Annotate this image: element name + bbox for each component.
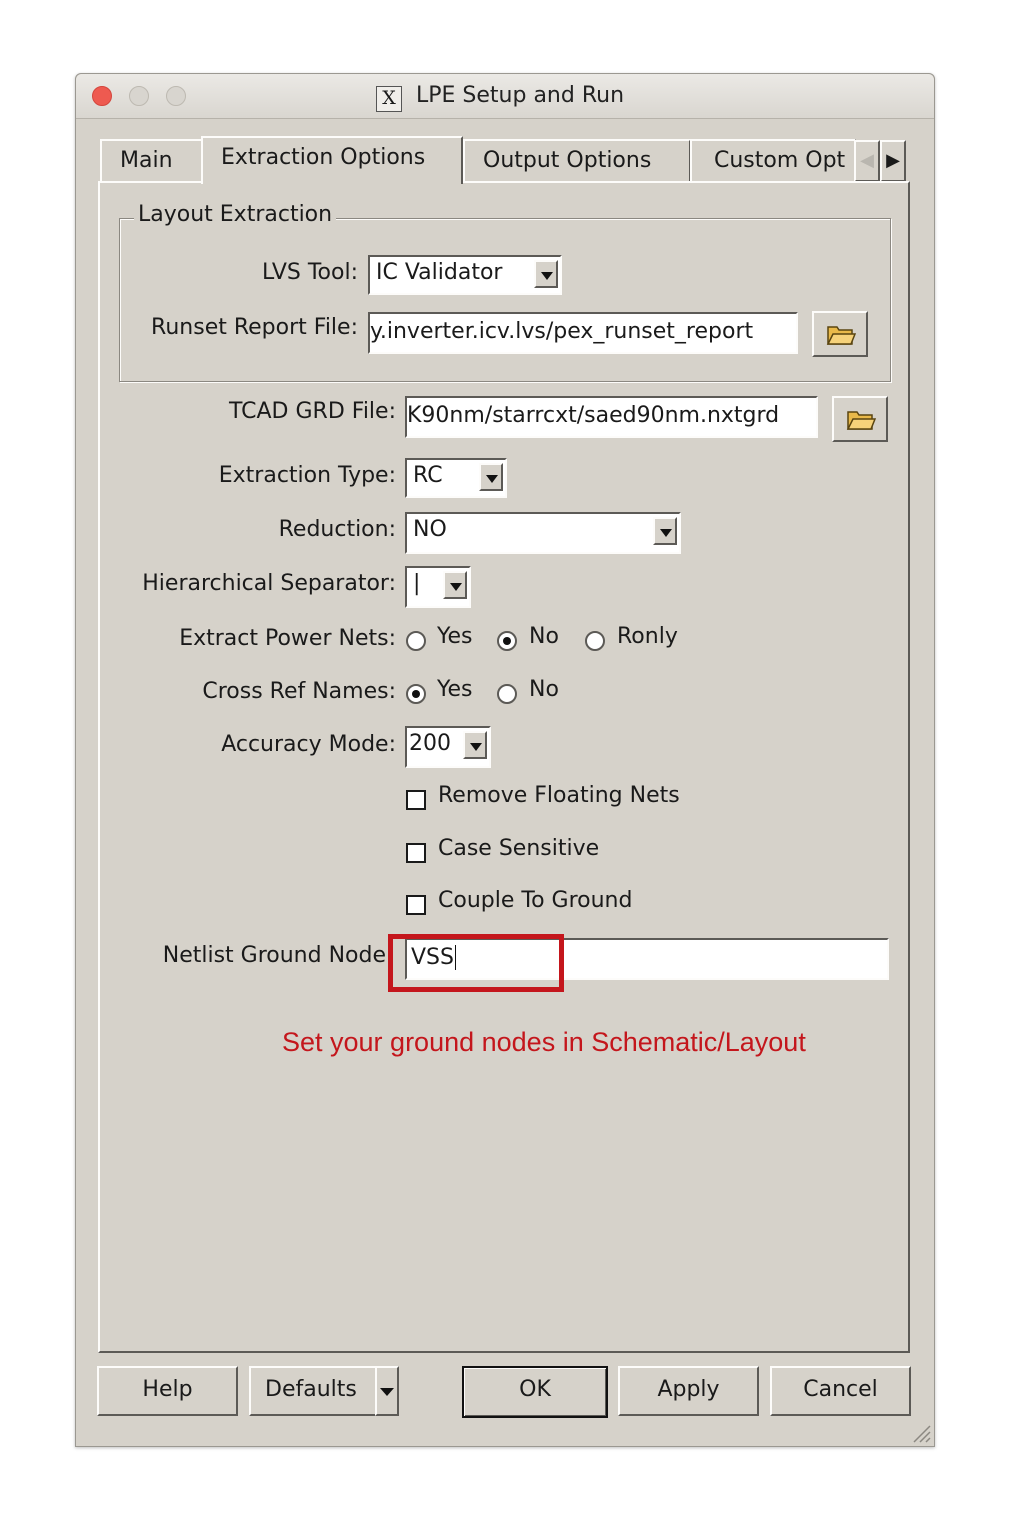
defaults-menu-button[interactable] bbox=[375, 1366, 399, 1416]
runset-browse-button[interactable] bbox=[812, 311, 868, 357]
minimize-window-button[interactable] bbox=[129, 86, 149, 106]
layout-extraction-group bbox=[119, 218, 891, 382]
highlight-box bbox=[388, 934, 564, 992]
cross-ref-label: Cross Ref Names: bbox=[202, 679, 396, 704]
lvs-tool-select[interactable]: IC Validator bbox=[368, 255, 562, 295]
tab-scroll-right-icon[interactable]: ▶ bbox=[880, 140, 906, 182]
chevron-down-icon bbox=[380, 1388, 394, 1396]
power-nets-label: Extract Power Nets: bbox=[179, 626, 396, 651]
ok-button[interactable]: OK bbox=[462, 1366, 608, 1418]
case-sensitive-label: Case Sensitive bbox=[438, 836, 600, 861]
remove-floating-nets-label: Remove Floating Nets bbox=[438, 783, 680, 808]
close-window-button[interactable] bbox=[92, 86, 112, 106]
accuracy-mode-value: 200 bbox=[409, 731, 451, 756]
defaults-button[interactable]: Defaults bbox=[249, 1366, 377, 1416]
apply-button-label: Apply bbox=[657, 1377, 720, 1402]
chevron-down-icon[interactable] bbox=[534, 260, 558, 288]
folder-open-icon bbox=[846, 411, 876, 430]
cross-ref-yes-label: Yes bbox=[437, 677, 473, 702]
runset-report-label: Runset Report File: bbox=[151, 315, 358, 340]
tab-custom-options[interactable]: Custom Opt bbox=[690, 139, 856, 181]
tab-custom-options-label: Custom Opt bbox=[714, 148, 846, 173]
extraction-type-select[interactable]: RC bbox=[405, 458, 507, 498]
netlist-ground-label: Netlist Ground Node bbox=[162, 943, 386, 968]
lvs-tool-label: LVS Tool: bbox=[262, 260, 358, 285]
tcad-grd-label: TCAD GRD File: bbox=[229, 399, 396, 424]
window-title: LPE Setup and Run bbox=[416, 83, 625, 108]
runset-report-input[interactable]: y.inverter.icv.lvs/pex_runset_report bbox=[368, 312, 798, 354]
layout-extraction-title: Layout Extraction bbox=[134, 202, 337, 227]
power-nets-ronly-label: Ronly bbox=[617, 624, 678, 649]
cross-ref-no-label: No bbox=[529, 677, 559, 702]
cross-ref-no-radio[interactable] bbox=[497, 684, 517, 704]
reduction-select[interactable]: NO bbox=[405, 512, 681, 554]
chevron-down-icon[interactable] bbox=[443, 571, 467, 599]
resize-grip-icon[interactable] bbox=[910, 1422, 932, 1444]
runset-report-value: y.inverter.icv.lvs/pex_runset_report bbox=[370, 319, 754, 344]
power-nets-yes-radio[interactable] bbox=[406, 631, 426, 651]
tab-scroll-left-icon[interactable]: ◀ bbox=[854, 140, 880, 182]
defaults-button-label: Defaults bbox=[265, 1377, 357, 1402]
cancel-button-label: Cancel bbox=[803, 1377, 878, 1402]
hier-separator-value: | bbox=[413, 571, 421, 596]
reduction-value: NO bbox=[413, 517, 447, 542]
cancel-button[interactable]: Cancel bbox=[770, 1366, 911, 1416]
extraction-type-label: Extraction Type: bbox=[218, 463, 396, 488]
ok-button-label: OK bbox=[519, 1377, 551, 1402]
cross-ref-yes-radio[interactable] bbox=[406, 684, 426, 704]
tab-extraction-options[interactable]: Extraction Options bbox=[201, 136, 463, 184]
chevron-down-icon[interactable] bbox=[479, 463, 503, 491]
tab-output-options-label: Output Options bbox=[483, 148, 652, 173]
power-nets-yes-label: Yes bbox=[437, 624, 473, 649]
tcad-browse-button[interactable] bbox=[832, 396, 888, 442]
lvs-tool-value: IC Validator bbox=[376, 260, 503, 285]
remove-floating-nets-checkbox[interactable] bbox=[406, 790, 426, 810]
title-bar: X LPE Setup and Run bbox=[76, 74, 934, 119]
chevron-down-icon[interactable] bbox=[653, 517, 677, 545]
tab-output-options[interactable]: Output Options bbox=[463, 139, 691, 181]
tcad-grd-value: K90nm/starrcxt/saed90nm.nxtgrd bbox=[407, 403, 780, 428]
tab-main-label: Main bbox=[120, 148, 173, 173]
hier-separator-label: Hierarchical Separator: bbox=[142, 571, 396, 596]
help-button[interactable]: Help bbox=[97, 1366, 238, 1416]
power-nets-no-label: No bbox=[529, 624, 559, 649]
tab-extraction-options-label: Extraction Options bbox=[221, 145, 426, 170]
zoom-window-button[interactable] bbox=[166, 86, 186, 106]
couple-to-ground-label: Couple To Ground bbox=[438, 888, 633, 913]
power-nets-no-radio[interactable] bbox=[497, 631, 517, 651]
power-nets-ronly-radio[interactable] bbox=[585, 631, 605, 651]
tcad-grd-input[interactable]: K90nm/starrcxt/saed90nm.nxtgrd bbox=[405, 396, 818, 438]
folder-open-icon bbox=[826, 326, 856, 345]
accuracy-mode-select[interactable]: 200 bbox=[405, 726, 491, 768]
annotation-note: Set your ground nodes in Schematic/Layou… bbox=[282, 1027, 806, 1057]
hier-separator-select[interactable]: | bbox=[405, 566, 471, 608]
chevron-down-icon[interactable] bbox=[463, 731, 487, 759]
apply-button[interactable]: Apply bbox=[618, 1366, 759, 1416]
case-sensitive-checkbox[interactable] bbox=[406, 843, 426, 863]
accuracy-mode-label: Accuracy Mode: bbox=[221, 732, 396, 757]
reduction-label: Reduction: bbox=[278, 517, 396, 542]
couple-to-ground-checkbox[interactable] bbox=[406, 895, 426, 915]
extraction-type-value: RC bbox=[413, 463, 443, 488]
help-button-label: Help bbox=[142, 1377, 193, 1402]
x11-logo-icon: X bbox=[376, 86, 402, 112]
tab-main[interactable]: Main bbox=[100, 139, 204, 181]
lpe-setup-window: X LPE Setup and Run Main Extraction Opti… bbox=[75, 73, 935, 1447]
